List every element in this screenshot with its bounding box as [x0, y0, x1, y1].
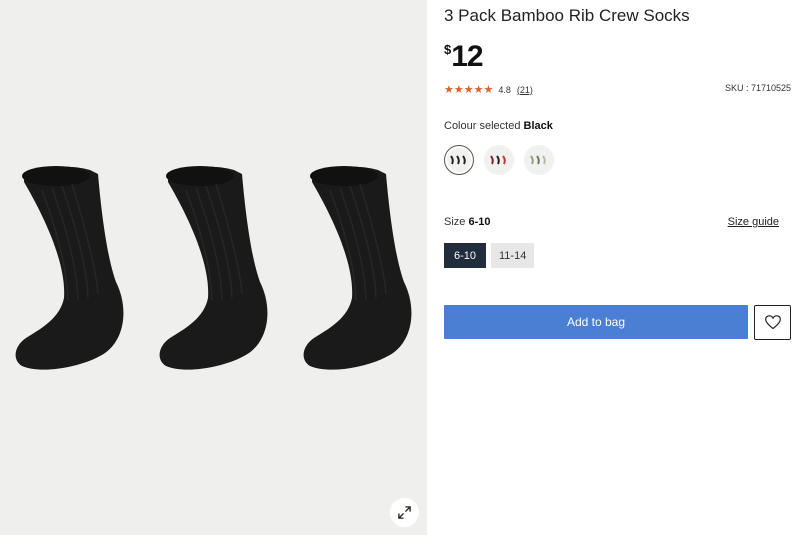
expand-image-button[interactable] [390, 498, 419, 527]
swatch-multi-red[interactable] [484, 145, 514, 175]
rating-value: 4.8 [498, 84, 511, 95]
colour-label: Colour selected Black [444, 120, 553, 132]
product-image-gallery[interactable] [0, 0, 427, 535]
price-amount: 12 [451, 40, 483, 73]
product-price: $12 [444, 40, 484, 74]
colour-label-prefix: Colour selected [444, 120, 524, 132]
swatch-multi-neutral[interactable] [524, 145, 554, 175]
sock-swatch-icon [450, 155, 466, 165]
product-sku: SKU : 71710525 [724, 83, 791, 93]
size-options: 6-10 11-14 [444, 243, 535, 268]
size-option-11-14[interactable]: 11-14 [491, 243, 535, 268]
sock-image-3 [303, 166, 412, 370]
heart-icon [764, 315, 781, 330]
size-label-prefix: Size [444, 216, 469, 228]
review-count-link[interactable]: (21) [517, 85, 533, 95]
sock-swatch-icon [530, 155, 546, 165]
expand-icon [398, 506, 411, 519]
selected-colour: Black [523, 120, 553, 132]
size-option-6-10[interactable]: 6-10 [444, 243, 486, 268]
currency-symbol: $ [444, 42, 452, 57]
sock-swatch-icon [490, 155, 506, 165]
selected-size: 6-10 [468, 216, 491, 228]
sock-image-1 [15, 166, 124, 370]
add-to-bag-button[interactable]: Add to bag [444, 305, 748, 339]
colour-swatches [444, 145, 554, 175]
star-rating-icon: ★★★★★ [444, 84, 494, 96]
sock-image-2 [159, 166, 268, 370]
size-label: Size 6-10 [444, 216, 491, 228]
wishlist-button[interactable] [754, 305, 791, 340]
product-title: 3 Pack Bamboo Rib Crew Socks [444, 6, 690, 25]
swatch-black[interactable] [444, 145, 474, 175]
size-guide-link[interactable]: Size guide [728, 216, 779, 228]
product-rating: ★★★★★ 4.8 (21) [444, 83, 533, 96]
